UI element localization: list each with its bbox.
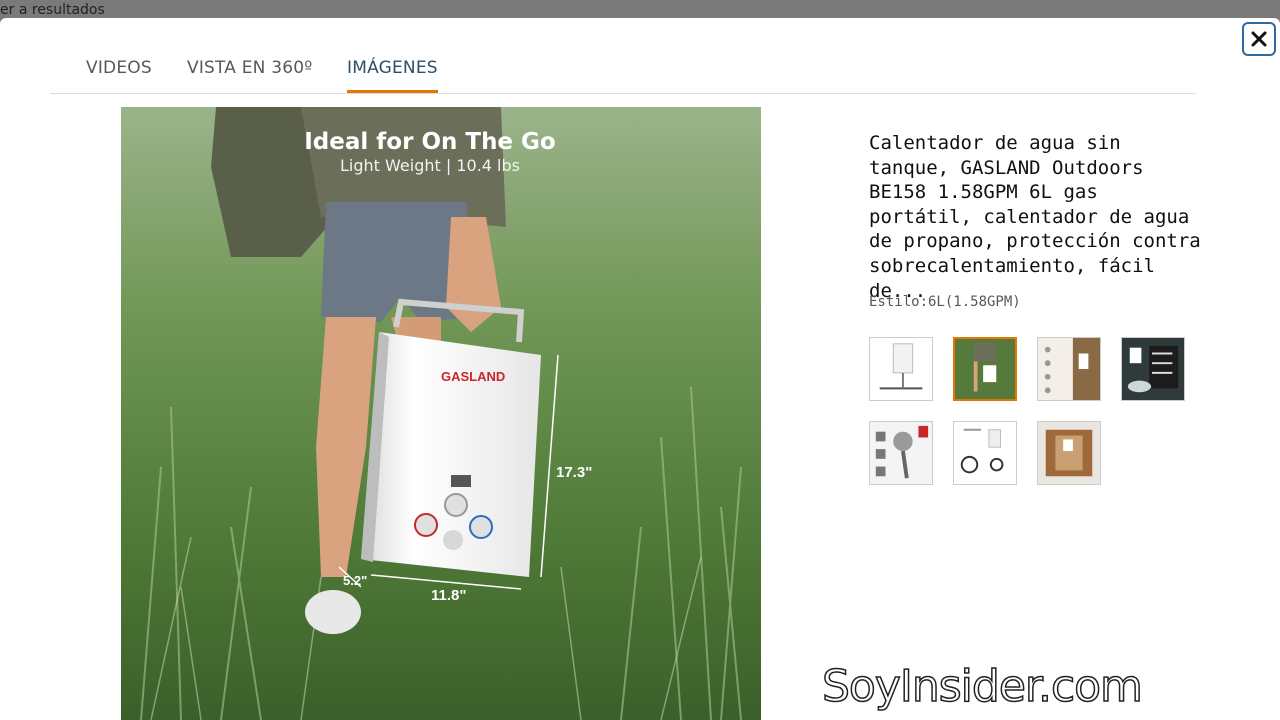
tab-360-view[interactable]: VISTA EN 360º — [187, 58, 312, 93]
watermark-text: SoyInsider.com — [821, 660, 1143, 713]
image-viewer-modal: VIDEOS VISTA EN 360º IMÁGENES GASLAND 17… — [0, 18, 1280, 720]
close-icon — [1251, 31, 1267, 47]
main-product-image[interactable]: GASLAND 17.3" 11.8" 5.2" Ideal for On Th… — [121, 107, 761, 720]
thumb-shower-head[interactable] — [869, 421, 933, 485]
tab-videos[interactable]: VIDEOS — [86, 58, 152, 93]
thumb-dark-specs[interactable] — [1121, 337, 1185, 401]
thumb-accessories[interactable] — [953, 421, 1017, 485]
image-subline: Light Weight | 10.4 lbs — [340, 156, 520, 175]
thumb-shower-enclosure[interactable] — [1037, 421, 1101, 485]
dimension-height-label: 17.3" — [556, 464, 592, 481]
dimension-width-label: 11.8" — [431, 587, 466, 604]
back-to-results-link[interactable]: er a resultados — [0, 2, 105, 18]
heater-brand-label: GASLAND — [441, 369, 505, 384]
product-title: Calentador de agua sin tanque, GASLAND O… — [869, 132, 1201, 302]
close-button[interactable] — [1242, 22, 1276, 56]
product-style: Estilo:6L(1.58GPM) — [869, 294, 1021, 310]
tab-images[interactable]: IMÁGENES — [347, 58, 438, 93]
thumb-outdoor-carry[interactable] — [953, 337, 1017, 401]
thumb-features[interactable] — [1037, 337, 1101, 401]
dimension-depth-label: 5.2" — [343, 573, 367, 588]
media-tabs: VIDEOS VISTA EN 360º IMÁGENES — [50, 58, 1196, 94]
image-headline: Ideal for On The Go — [304, 129, 555, 155]
thumb-heater-white[interactable] — [869, 337, 933, 401]
